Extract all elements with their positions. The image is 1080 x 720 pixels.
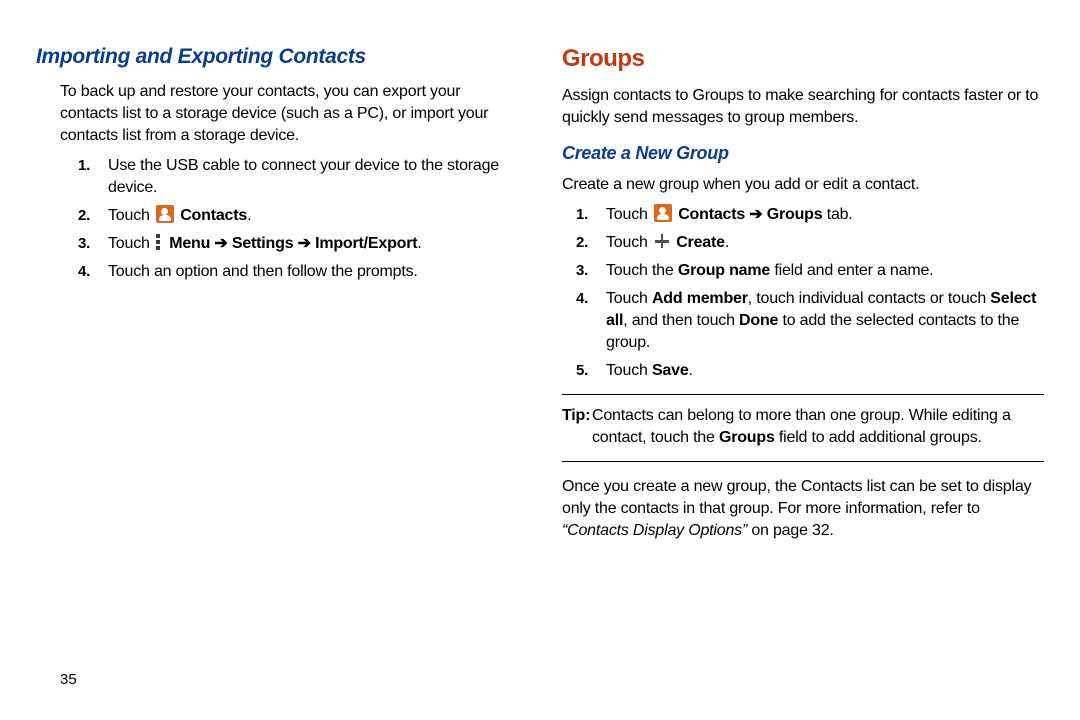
import-export-intro: To back up and restore your contacts, yo…: [36, 81, 518, 147]
heading-create-group: Create a New Group: [562, 143, 1044, 164]
step-1-text: Use the USB cable to connect your device…: [108, 157, 499, 196]
cg-step-4: Touch Add member, touch individual conta…: [568, 288, 1044, 354]
step-2: Touch Contacts.: [70, 205, 518, 227]
step-3-touch: Touch: [108, 235, 154, 252]
step-4: Touch an option and then follow the prom…: [70, 261, 518, 283]
import-export-steps: Use the USB cable to connect your device…: [36, 155, 518, 283]
step-2-touch: Touch: [108, 207, 154, 224]
left-column: Importing and Exporting Contacts To back…: [36, 45, 540, 720]
page-number: 35: [60, 671, 77, 688]
groups-intro: Assign contacts to Groups to make search…: [562, 85, 1044, 129]
divider-bottom: [562, 461, 1044, 462]
cg-step-2: Touch Create.: [568, 232, 1044, 254]
menu-path: Menu ➔ Settings ➔ Import/Export: [169, 235, 417, 252]
cg-step-3: Touch the Group name field and enter a n…: [568, 260, 1044, 282]
heading-import-export: Importing and Exporting Contacts: [36, 45, 518, 69]
menu-icon: [155, 233, 162, 250]
divider-top: [562, 394, 1044, 395]
manual-page: Importing and Exporting Contacts To back…: [0, 0, 1080, 720]
contacts-label: Contacts: [180, 207, 247, 224]
create-group-steps: Touch Contacts ➔ Groups tab. Touch Creat…: [562, 204, 1044, 382]
contacts-icon: [156, 205, 174, 223]
create-group-intro: Create a new group when you add or edit …: [562, 174, 1044, 196]
tip-label: Tip:: [562, 405, 592, 427]
plus-icon: [654, 233, 670, 249]
after-paragraph: Once you create a new group, the Contact…: [562, 476, 1044, 542]
cg-step-5: Touch Save.: [568, 360, 1044, 382]
step-1: Use the USB cable to connect your device…: [70, 155, 518, 199]
right-column: Groups Assign contacts to Groups to make…: [540, 45, 1044, 720]
cg-step-1: Touch Contacts ➔ Groups tab.: [568, 204, 1044, 226]
contacts-icon: [654, 204, 672, 222]
tip-block: Tip:Contacts can belong to more than one…: [562, 405, 1044, 449]
heading-groups: Groups: [562, 45, 1044, 73]
step-4-text: Touch an option and then follow the prom…: [108, 263, 418, 280]
step-3: Touch Menu ➔ Settings ➔ Import/Export.: [70, 233, 518, 255]
